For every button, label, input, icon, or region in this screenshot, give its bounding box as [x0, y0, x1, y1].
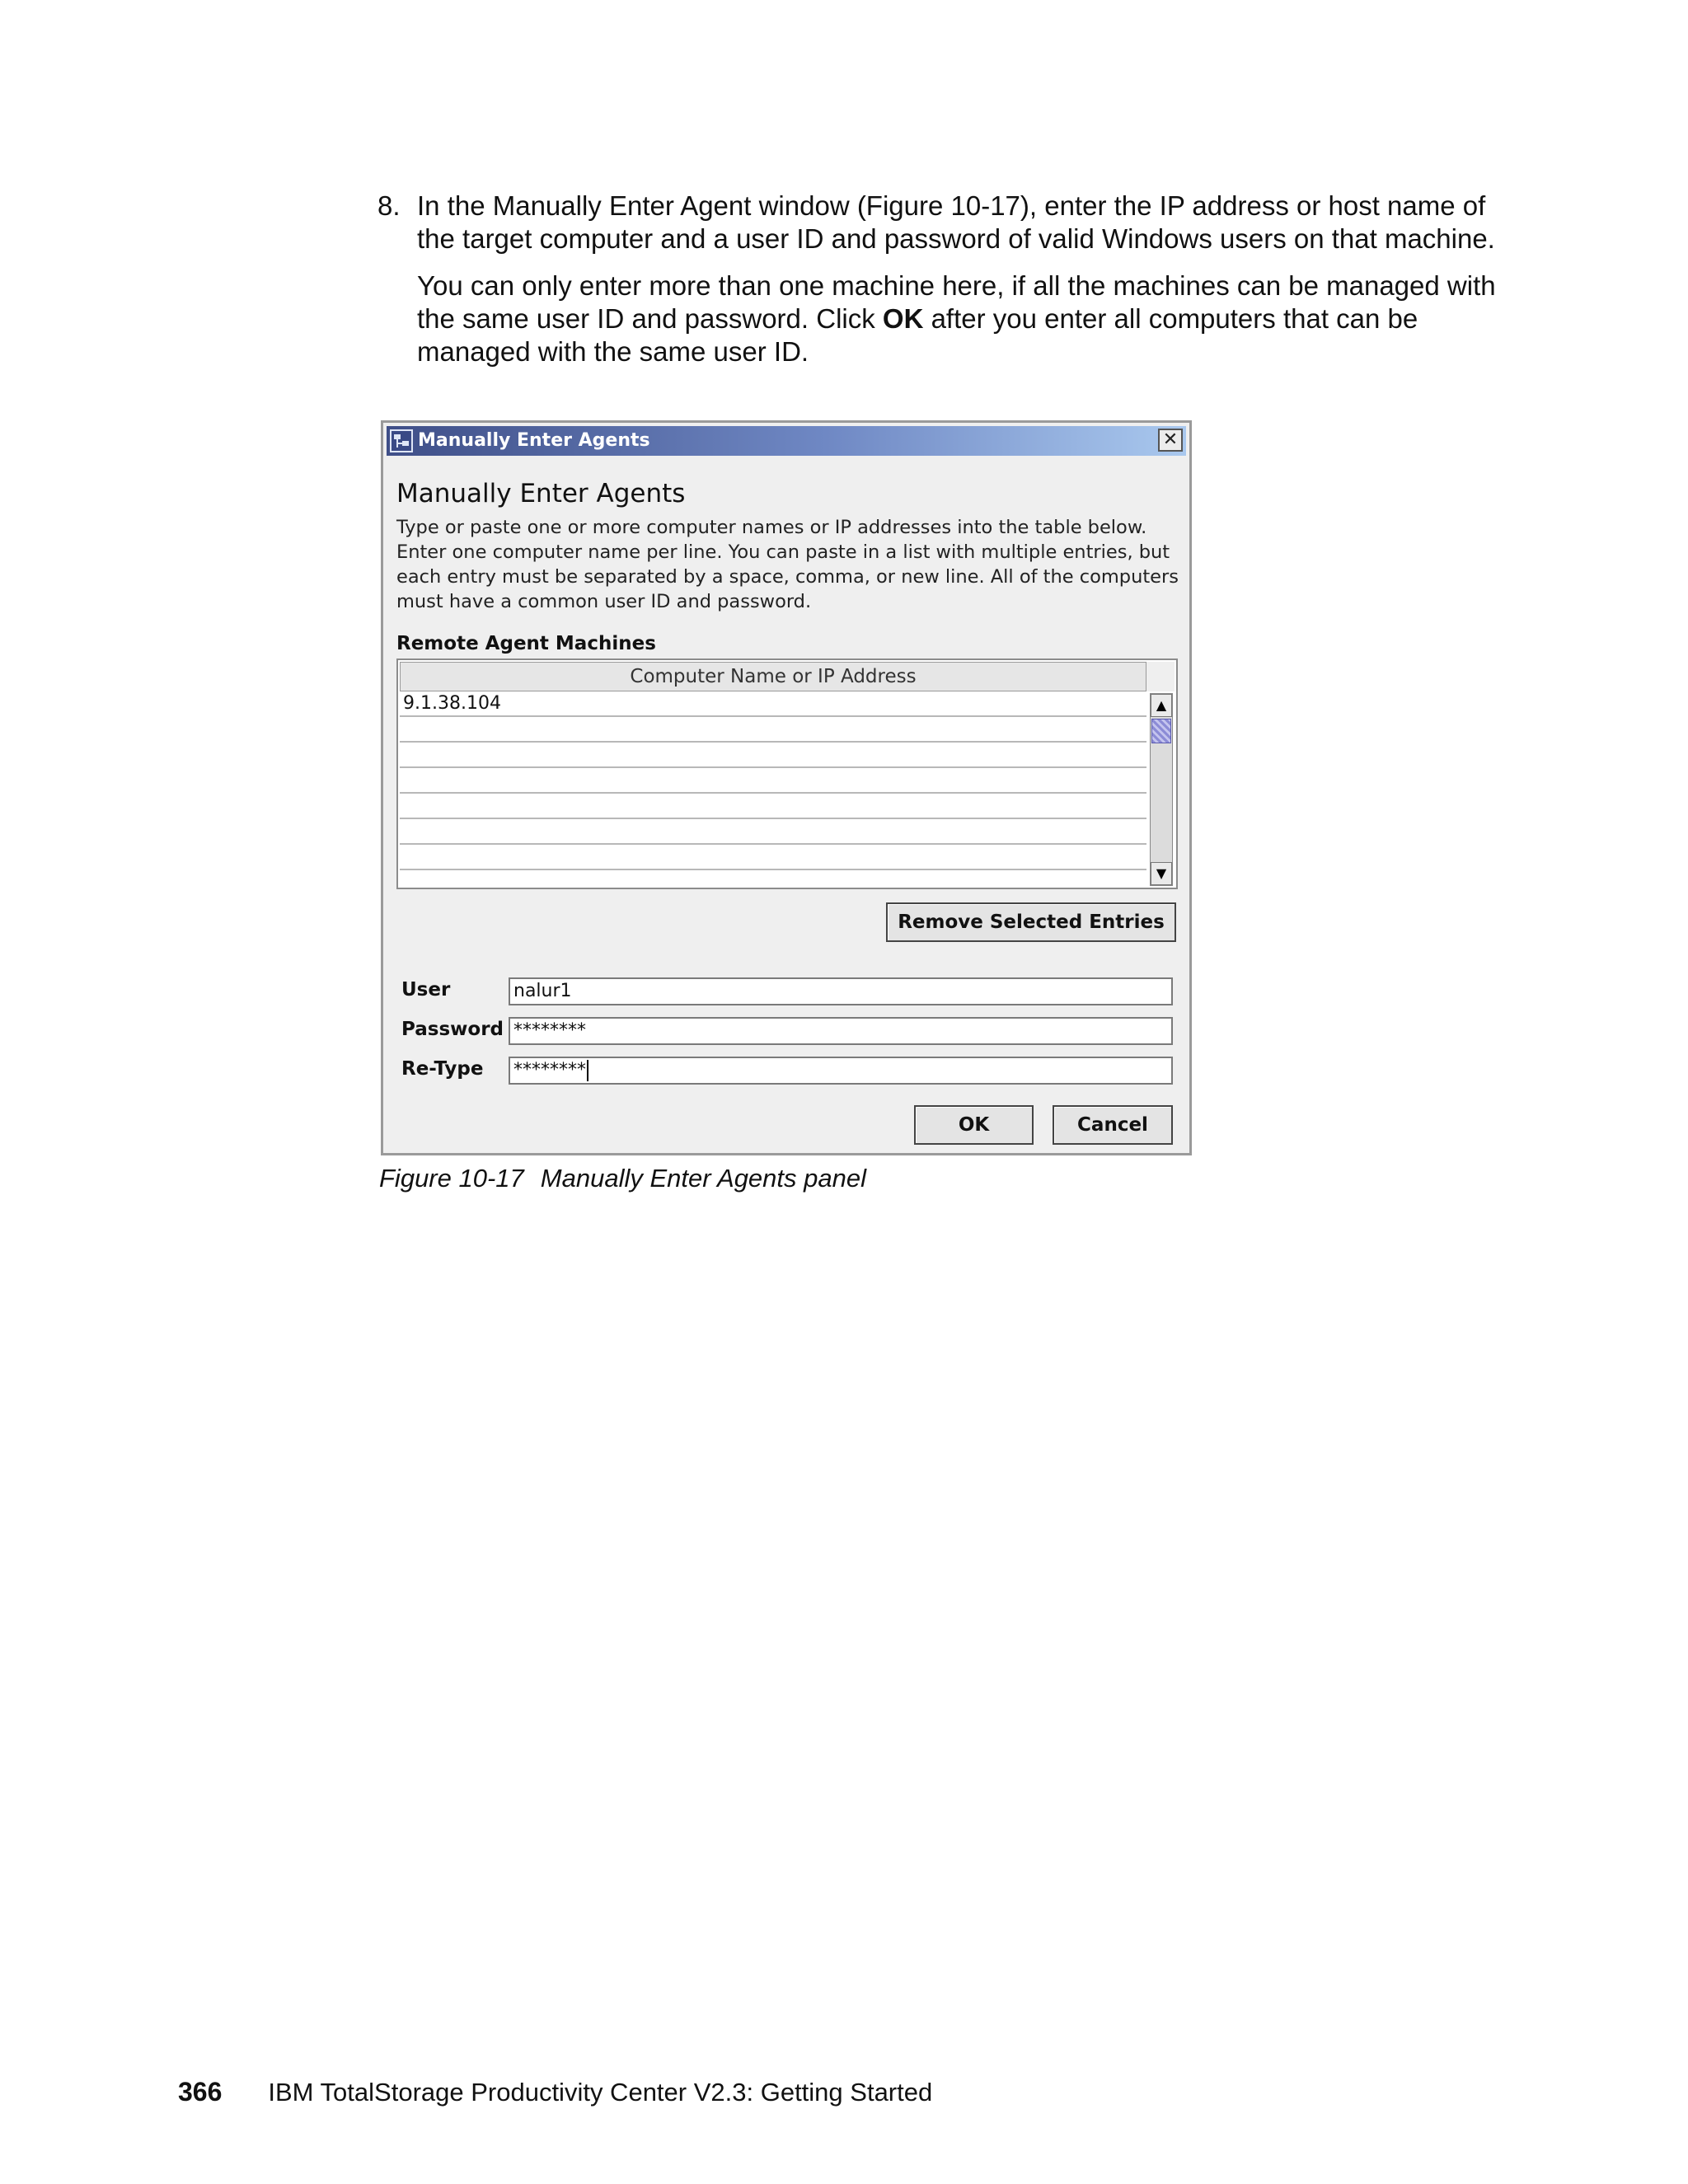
remove-selected-entries-button[interactable]: Remove Selected Entries	[886, 902, 1176, 942]
app-icon	[390, 429, 413, 452]
figure-id: Figure 10-17	[379, 1164, 524, 1193]
close-icon[interactable]: ✕	[1158, 429, 1183, 452]
step-paragraph-2: You can only enter more than one machine…	[417, 270, 1496, 367]
step-paragraph-1: In the Manually Enter Agent window (Figu…	[417, 190, 1495, 254]
dialog-titlebar[interactable]: Manually Enter Agents ✕	[387, 426, 1186, 456]
password-field[interactable]: ********	[509, 1017, 1173, 1045]
table-rows: 9.1.38.104	[400, 691, 1146, 870]
user-label: User	[401, 979, 451, 1001]
user-field[interactable]: nalur1	[509, 977, 1173, 1005]
table-row[interactable]	[400, 717, 1146, 743]
scroll-up-icon[interactable]: ▲	[1151, 694, 1172, 717]
dialog-description: Type or paste one or more computer names…	[396, 517, 1179, 612]
page-footer: 366 IBM TotalStorage Productivity Center …	[178, 2077, 932, 2107]
remote-agent-machines-label: Remote Agent Machines	[396, 633, 656, 654]
book-title: IBM TotalStorage Productivity Center V2.…	[268, 2078, 933, 2107]
page-number: 366	[178, 2077, 223, 2107]
manually-enter-agents-dialog: Manually Enter Agents ✕ Manually Enter A…	[381, 420, 1192, 1155]
retype-password-field[interactable]: ********	[509, 1057, 1173, 1085]
scroll-thumb[interactable]	[1151, 719, 1171, 743]
step-number: 8.	[377, 190, 401, 221]
table-row[interactable]	[400, 819, 1146, 845]
table-row[interactable]	[400, 743, 1146, 768]
window-title: Manually Enter Agents	[418, 430, 650, 451]
table-corner	[1146, 662, 1175, 691]
text-caret	[587, 1060, 588, 1081]
ok-emphasis: OK	[882, 303, 924, 334]
scroll-down-icon[interactable]: ▼	[1151, 862, 1172, 885]
password-label: Password	[401, 1019, 504, 1040]
table-scrollbar[interactable]: ▲ ▼	[1150, 693, 1173, 886]
table-row[interactable]	[400, 794, 1146, 819]
figure-title: Manually Enter Agents panel	[540, 1164, 866, 1193]
table-row[interactable]: 9.1.38.104	[400, 691, 1146, 717]
agent-machines-table[interactable]: Computer Name or IP Address 9.1.38.104 ▲…	[396, 658, 1178, 889]
column-header-computer-name[interactable]: Computer Name or IP Address	[400, 662, 1146, 691]
table-row[interactable]	[400, 845, 1146, 870]
dialog-heading: Manually Enter Agents	[396, 479, 686, 509]
table-row[interactable]	[400, 768, 1146, 794]
figure-caption: Figure 10-17 Manually Enter Agents panel	[379, 1164, 866, 1193]
ok-button[interactable]: OK	[914, 1105, 1034, 1145]
retype-label: Re-Type	[401, 1058, 484, 1080]
cancel-button[interactable]: Cancel	[1053, 1105, 1173, 1145]
step-body: In the Manually Enter Agent window (Figu…	[417, 190, 1522, 382]
